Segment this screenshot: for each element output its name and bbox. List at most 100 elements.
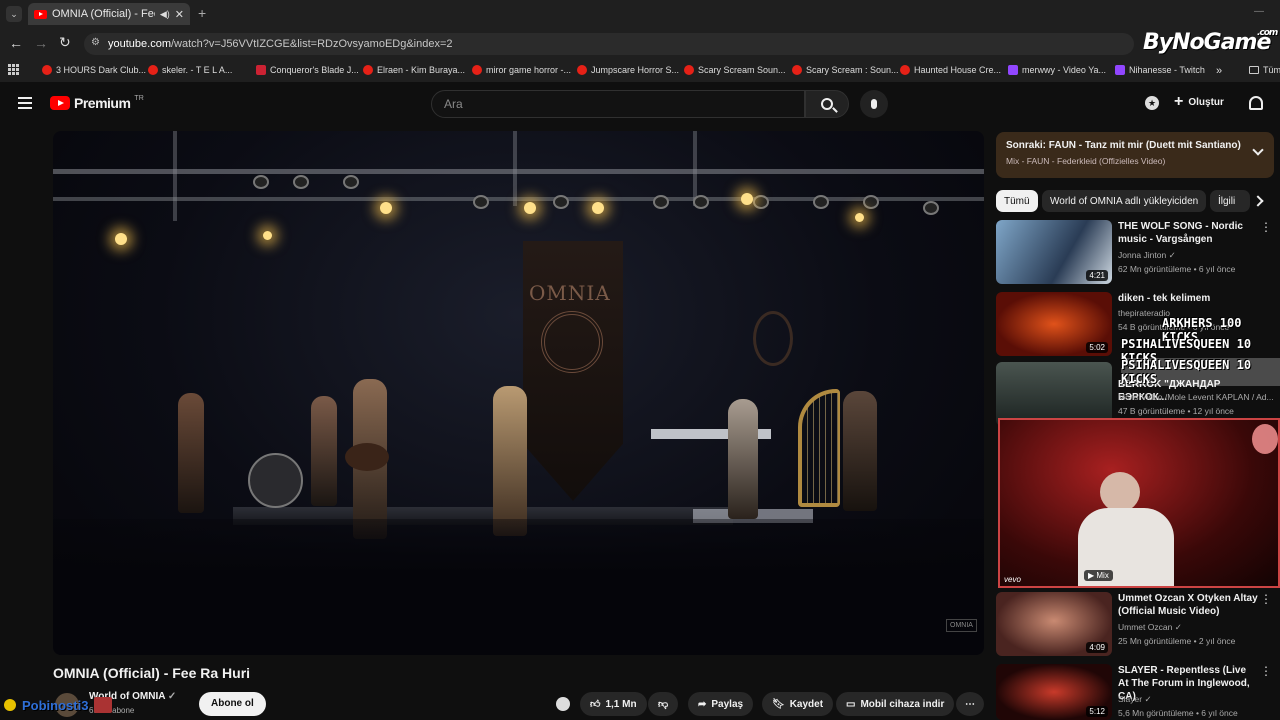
folder-icon xyxy=(1249,66,1259,74)
youtube-logo-icon xyxy=(50,96,70,110)
related-title: diken - tek kelimem xyxy=(1118,293,1211,304)
bookmark-item[interactable]: 3 HOURS Dark Club... xyxy=(42,65,146,75)
thumbs-down-icon: 👎︎ xyxy=(658,699,669,710)
bookmark-item[interactable]: Conqueror's Blade J... xyxy=(256,65,359,75)
channel-name: Jonna Jinton xyxy=(1118,250,1167,260)
more-horizontal-icon: ⋯ xyxy=(965,698,975,710)
video-thumbnail: 5:02 xyxy=(996,292,1112,356)
tab-list-button[interactable]: ⌄ xyxy=(6,6,22,22)
more-options-icon[interactable]: ⋮ xyxy=(1260,221,1272,233)
bookmark-item[interactable]: Scary Scream : Soun... xyxy=(792,65,899,75)
stage-light xyxy=(923,201,939,215)
related-title: Ummet Ozcan X Otyken Altay (Official Mus… xyxy=(1118,593,1258,617)
close-tab-icon[interactable]: ✕ xyxy=(175,8,184,21)
create-button[interactable]: + Oluştur xyxy=(1174,93,1224,110)
duration-badge: 4:09 xyxy=(1086,642,1108,653)
streamer-avatar xyxy=(94,697,113,713)
plus-icon: + xyxy=(1174,93,1184,110)
search-button[interactable] xyxy=(805,90,849,118)
more-options-icon[interactable]: ⋮ xyxy=(1260,593,1272,605)
bookmark-item[interactable]: Haunted House Cre... xyxy=(900,65,1001,75)
youtube-premium-logo[interactable]: Premium TR xyxy=(50,95,144,111)
stage-light xyxy=(343,175,359,189)
streamer-tag: Pobinosti3 xyxy=(0,697,113,713)
streamer-webcam: vevo ▶ Mix xyxy=(998,418,1280,588)
bookmark-item[interactable]: merwwy - Video Ya... xyxy=(1008,65,1106,75)
more-actions-button[interactable]: ⋯ xyxy=(956,692,984,716)
more-options-icon[interactable]: ⋮ xyxy=(1260,665,1272,677)
verified-icon: ✓ xyxy=(167,691,177,702)
bookmark-item[interactable]: Elraen - Kim Buraya... xyxy=(363,65,465,75)
stage-light xyxy=(115,233,127,245)
bookmark-icon: 🔖︎ xyxy=(772,698,785,710)
performer-silhouette xyxy=(728,399,758,519)
like-button[interactable]: 👍︎ 1,1 Mn xyxy=(580,692,647,716)
bookmark-item[interactable]: skeler. - T E L A... xyxy=(148,65,232,75)
youtube-icon xyxy=(148,65,158,75)
bookmark-item[interactable]: Scary Scream Soun... xyxy=(684,65,786,75)
performer-silhouette xyxy=(843,391,877,511)
webcam-person xyxy=(1100,472,1140,512)
menu-icon[interactable] xyxy=(18,97,32,109)
stage-truss xyxy=(53,169,984,174)
related-video[interactable]: 5:12 SLAYER - Repentless (Live At The Fo… xyxy=(996,664,1276,720)
performer-silhouette xyxy=(493,386,527,536)
youtube-icon xyxy=(684,65,694,75)
more-bookmarks-button[interactable]: » xyxy=(1216,65,1222,77)
minimize-icon[interactable]: — xyxy=(1254,6,1264,17)
up-next-label: Sonraki: xyxy=(1006,140,1047,151)
share-button[interactable]: ➦ Paylaş xyxy=(688,692,754,716)
dislike-button[interactable]: 👎︎ xyxy=(648,692,679,716)
twitch-icon xyxy=(1115,65,1125,75)
celtic-spiral-emblem xyxy=(541,311,603,373)
active-tab[interactable]: OMNIA (Official) - Fee Ra Hu ◀) ✕ xyxy=(28,3,190,25)
video-player[interactable]: OMNIA OMNIA xyxy=(53,131,984,655)
bookmark-item[interactable]: miror game horror -... xyxy=(472,65,571,75)
chip-from-uploader[interactable]: World of OMNIA adlı yükleyiciden xyxy=(1042,190,1207,212)
chevron-right-icon[interactable] xyxy=(1252,195,1264,207)
video-thumbnail: 4:21 xyxy=(996,220,1112,284)
video-thumbnail xyxy=(996,362,1112,426)
youtube-icon xyxy=(363,65,373,75)
site-info-icon[interactable]: ⚙ xyxy=(91,37,100,48)
bookmark-item[interactable]: Jumpscare Horror S... xyxy=(577,65,679,75)
reload-icon[interactable]: ↻ xyxy=(59,34,71,51)
bookmarks-bar: 3 HOURS Dark Club... skeler. - T E L A..… xyxy=(0,60,1280,82)
stage-light xyxy=(863,195,879,209)
all-bookmarks-folder[interactable]: Tüm xyxy=(1249,65,1280,75)
stage-truss xyxy=(513,131,517,206)
verified-icon: ✓ xyxy=(1144,694,1152,704)
forward-icon[interactable]: → xyxy=(34,35,48,51)
download-button[interactable]: ▭ Mobil cihaza indir xyxy=(836,692,955,716)
chip-related[interactable]: İlgili xyxy=(1210,190,1250,212)
related-video[interactable]: 4:21 THE WOLF SONG - Nordic music - Varg… xyxy=(996,220,1276,286)
related-video[interactable]: 4:09 Ummet Ozcan X Otyken Altay (Officia… xyxy=(996,592,1276,658)
speaker-icon[interactable]: ◀) xyxy=(160,9,170,20)
subscribe-button[interactable]: Abone ol xyxy=(199,692,266,716)
save-button[interactable]: 🔖︎ Kaydet xyxy=(762,692,834,716)
verified-icon: ✓ xyxy=(1174,622,1182,632)
up-next-subtitle: Mix - FAUN - Federkleid (Offizielles Vid… xyxy=(1006,156,1166,166)
casting-button[interactable] xyxy=(556,692,570,716)
video-title: OMNIA (Official) - Fee Ra Huri xyxy=(53,665,251,681)
side-banner-emblem xyxy=(753,311,793,366)
omnia-stage-logo: OMNIA xyxy=(529,281,611,305)
youtube-icon xyxy=(472,65,482,75)
notifications-bell-icon[interactable] xyxy=(1249,96,1263,110)
voice-search-button[interactable] xyxy=(860,90,888,118)
duration-badge: 4:21 xyxy=(1086,270,1108,281)
chip-all[interactable]: Tümü xyxy=(996,190,1038,212)
apps-grid-icon[interactable] xyxy=(8,64,19,75)
bookmark-item[interactable]: Nihanesse - Twitch xyxy=(1115,65,1205,75)
stage-light xyxy=(380,202,392,214)
drum-kit xyxy=(248,453,303,508)
new-tab-button[interactable]: + xyxy=(198,5,206,21)
back-icon[interactable]: ← xyxy=(9,35,23,51)
search-input[interactable]: Ara xyxy=(431,90,805,118)
browser-tab-bar: ⌄ OMNIA (Official) - Fee Ra Hu ◀) ✕ + — xyxy=(0,0,1280,28)
performer-silhouette xyxy=(311,396,337,506)
up-next-title: FAUN - Tanz mit mir (Duett mit Santiano) xyxy=(1048,140,1241,151)
casting-icon[interactable]: ★ xyxy=(1145,96,1159,110)
up-next-panel[interactable]: Sonraki: FAUN - Tanz mit mir (Duett mit … xyxy=(996,132,1274,178)
url-bar[interactable]: ⚙ youtube.com/watch?v=J56VVtIZCGE&list=R… xyxy=(84,33,1134,55)
